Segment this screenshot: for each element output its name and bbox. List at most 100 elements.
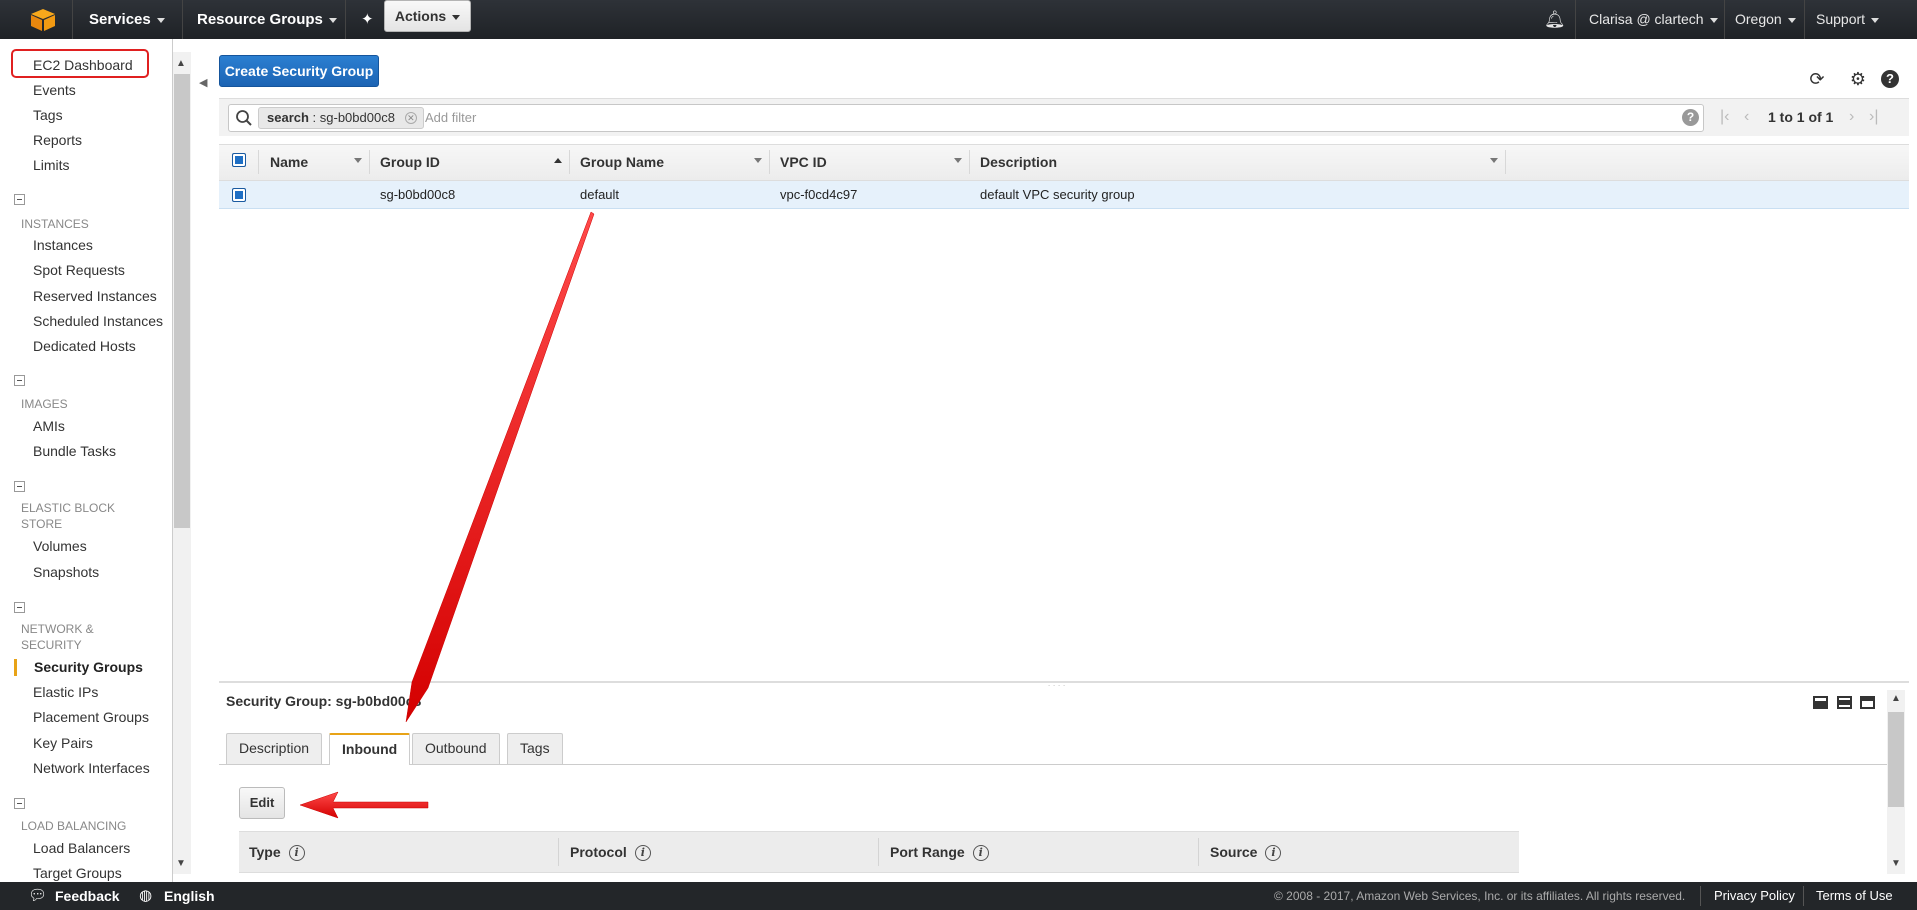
column-header-name[interactable]: Name [270,144,308,181]
tab-tags[interactable]: Tags [507,733,563,764]
sidebar-item-security-groups[interactable]: Security Groups [34,659,143,675]
sort-icon[interactable] [754,158,762,163]
terms-of-use-link[interactable]: Terms of Use [1816,882,1893,910]
refresh-icon[interactable]: ⟳ [1806,68,1828,90]
cell-group-name: default [580,187,620,202]
first-page-icon[interactable]: |‹ [1720,98,1729,136]
annotation-highlight-box [11,49,149,78]
scroll-up-icon[interactable]: ▲ [176,58,186,69]
sidebar-item-reports[interactable]: Reports [33,132,82,148]
info-icon[interactable]: i [1265,845,1282,862]
feedback-link[interactable]: Feedback [55,882,120,910]
sidebar-item-placement-groups[interactable]: Placement Groups [33,709,149,725]
collapse-toggle-icon[interactable] [14,602,25,613]
footer: 💬︎ Feedback ◍ English © 2008 - 2017, Ama… [0,882,1917,910]
panel-scrollbar-thumb[interactable] [1888,712,1904,807]
sidebar-item-target-groups[interactable]: Target Groups [33,865,122,881]
sidebar-item-network-interfaces[interactable]: Network Interfaces [33,760,150,776]
sort-ascending-icon[interactable] [554,158,562,163]
globe-icon[interactable]: ◍ [139,882,152,910]
panel-resize-handle[interactable] [219,681,1909,683]
sidebar-item-snapshots[interactable]: Snapshots [33,564,99,580]
scroll-up-icon[interactable]: ▲ [1891,693,1901,704]
sidebar-item-dedicated-hosts[interactable]: Dedicated Hosts [33,338,136,354]
sidebar-item-amis[interactable]: AMIs [33,418,65,434]
sidebar-item-elastic-ips[interactable]: Elastic IPs [33,684,98,700]
collapse-toggle-icon[interactable] [14,798,25,809]
privacy-policy-link[interactable]: Privacy Policy [1714,882,1795,910]
column-divider [558,838,559,866]
grip-icon[interactable]: ˙˙˙˙ [1048,684,1068,694]
nav-divider [345,0,346,39]
add-filter-placeholder[interactable]: Add filter [425,110,476,125]
resource-groups-menu[interactable]: Resource Groups [197,0,337,39]
active-indicator [14,659,17,676]
pin-icon[interactable]: ✦ [361,0,374,39]
aws-logo-icon[interactable] [30,8,56,32]
info-icon[interactable]: i [634,845,651,862]
sidebar-item-limits[interactable]: Limits [33,157,70,173]
sidebar-item-scheduled-instances[interactable]: Scheduled Instances [33,313,163,329]
details-panel-title: Security Group: sg-b0bd00c8 [226,693,422,709]
sort-icon[interactable] [1490,158,1498,163]
sidebar-scrollbar-thumb[interactable] [174,74,190,528]
pagination-label: 1 to 1 of 1 [1768,109,1834,125]
collapse-toggle-icon[interactable] [14,481,25,492]
create-security-group-button[interactable]: Create Security Group [219,55,379,87]
tab-description[interactable]: Description [226,733,323,764]
services-menu[interactable]: Services [89,0,165,39]
scroll-down-icon[interactable]: ▼ [176,858,186,869]
tab-outbound[interactable]: Outbound [412,733,500,764]
collapse-sidebar-icon[interactable]: ◀ [199,76,211,90]
select-all-checkbox[interactable] [232,153,246,167]
sidebar-item-events[interactable]: Events [33,82,76,98]
help-icon[interactable]: ? [1881,70,1899,88]
nav-divider [72,0,73,39]
last-page-icon[interactable]: ›| [1869,98,1878,136]
sort-icon[interactable] [354,158,362,163]
info-icon[interactable]: i [288,845,305,862]
account-menu[interactable]: Clarisa @ clartech [1589,0,1718,39]
sidebar-section-load-balancing: LOAD BALANCING [21,819,127,833]
sidebar-item-load-balancers[interactable]: Load Balancers [33,840,130,856]
scroll-down-icon[interactable]: ▼ [1891,858,1901,869]
sidebar-item-instances[interactable]: Instances [33,237,93,253]
language-selector[interactable]: English [164,882,215,910]
filter-help-icon[interactable]: ? [1682,109,1699,126]
cell-vpc-id: vpc-f0cd4c97 [780,187,858,202]
sort-icon[interactable] [954,158,962,163]
filter-token[interactable]: search : sg-b0bd00c8 ✕ [258,107,424,129]
edit-rules-button[interactable]: Edit [239,787,285,819]
sidebar-item-tags[interactable]: Tags [33,107,63,123]
sidebar-item-bundle-tasks[interactable]: Bundle Tasks [33,443,116,459]
region-menu[interactable]: Oregon [1735,0,1796,39]
support-menu[interactable]: Support [1816,0,1880,39]
tab-inbound[interactable]: Inbound [329,733,411,765]
actions-button[interactable]: Actions [384,0,471,32]
prev-page-icon[interactable]: ‹ [1744,98,1749,136]
panel-size-small-icon[interactable] [1813,696,1828,709]
next-page-icon[interactable]: › [1849,98,1854,136]
bell-icon[interactable]: 🔔︎ [1544,0,1566,39]
sidebar-item-key-pairs[interactable]: Key Pairs [33,735,93,751]
sidebar-item-reserved-instances[interactable]: Reserved Instances [33,288,157,304]
row-checkbox[interactable] [232,188,246,202]
panel-size-large-icon[interactable] [1860,696,1875,709]
panel-size-medium-icon[interactable] [1837,696,1852,709]
rules-column-source: Source i [1210,831,1282,873]
column-header-description[interactable]: Description [980,144,1057,181]
column-header-group-name[interactable]: Group Name [580,144,664,181]
gear-icon[interactable]: ⚙ [1847,68,1869,90]
sidebar-item-volumes[interactable]: Volumes [33,538,87,554]
sidebar-item-spot-requests[interactable]: Spot Requests [33,262,125,278]
remove-token-icon[interactable]: ✕ [404,112,417,124]
collapse-toggle-icon[interactable] [14,194,25,205]
chat-bubble-icon[interactable]: 💬︎ [28,882,47,910]
column-header-group-id[interactable]: Group ID [380,144,440,181]
column-header-vpc-id[interactable]: VPC ID [780,144,827,181]
info-icon[interactable]: i [972,845,989,862]
collapse-toggle-icon[interactable] [14,375,25,386]
sidebar-section-elastic-block-store: ELASTIC BLOCK STORE [21,501,116,531]
chevron-down-icon [452,14,461,20]
table-header [219,144,1909,181]
